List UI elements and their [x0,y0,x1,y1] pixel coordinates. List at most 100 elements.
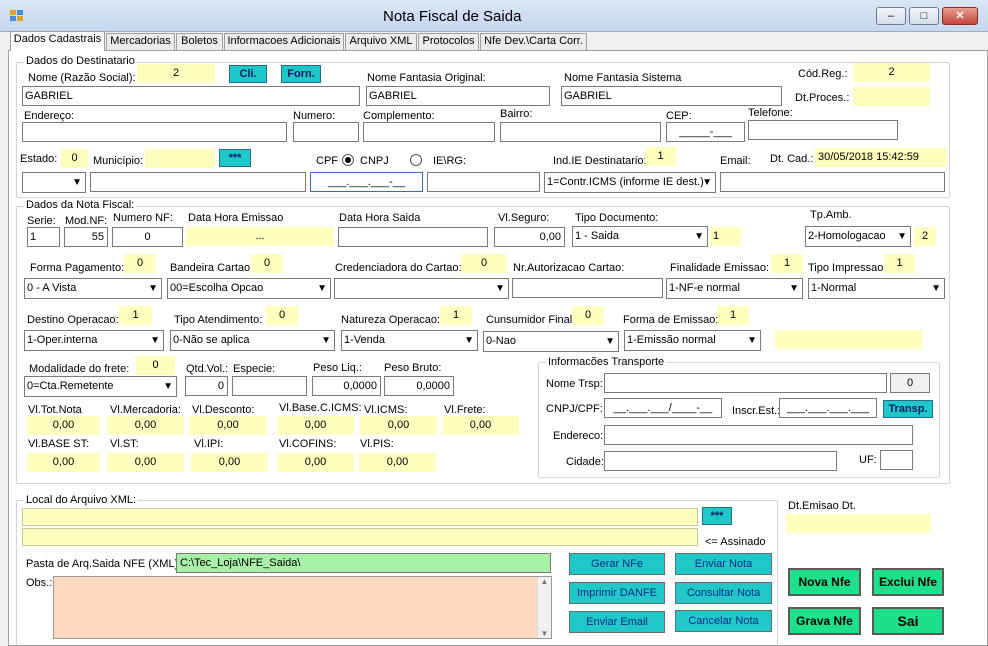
tpamb-select[interactable]: 2-Homologacao ▼ [805,226,911,247]
municipio-lookup-button[interactable]: *** [219,149,251,167]
xml-browse-button[interactable]: *** [702,507,732,525]
finalidade-select[interactable]: 1-NF-e normal ▼ [666,278,803,299]
ie-field[interactable] [427,172,540,192]
numero-nf-field[interactable]: 0 [112,227,183,247]
dhsaida-field[interactable] [338,227,488,247]
cancelar-nota-button[interactable]: Cancelar Nota [675,610,772,632]
nova-nfe-button[interactable]: Nova Nfe [788,568,861,596]
vlbaseicms-field[interactable]: 0,00 [277,416,354,435]
estado-select[interactable]: ▼ [22,172,86,193]
qtdvol-field[interactable]: 0 [185,376,228,396]
vlbasest-field[interactable]: 0,00 [27,453,100,472]
enviar-email-button[interactable]: Enviar Email [569,611,665,633]
inscr-field[interactable]: ___.___.___.___ [779,398,877,418]
vlfrete-field[interactable]: 0,00 [442,416,519,435]
formaemi-extra-field[interactable] [775,330,922,349]
enviar-nota-button[interactable]: Enviar Nota [675,553,772,575]
fantasia-sistema-field[interactable]: GABRIEL [561,86,782,106]
consumidor-code[interactable]: 0 [572,306,604,325]
vlcofins-field[interactable]: 0,00 [277,453,354,472]
finalidade-code[interactable]: 1 [771,254,803,273]
tab-nfe-dev-carta[interactable]: Nfe Dev.\Carta Corr. [480,33,587,50]
dhemissao-field[interactable]: ... [186,227,334,246]
consumidor-select[interactable]: 0-Nao ▼ [483,331,619,352]
municipio-field[interactable] [90,172,306,192]
pesoliq-field[interactable]: 0,0000 [312,376,381,396]
telefone-field[interactable] [748,120,898,140]
destino-code[interactable]: 1 [119,306,152,325]
modfrete-select[interactable]: 0=Cta.Remetente ▼ [24,376,177,397]
municipio-code[interactable] [145,149,215,168]
credenciadora-code[interactable]: 0 [461,254,507,273]
formaemi-select[interactable]: 1-Emissão normal ▼ [624,330,761,351]
codreg-field[interactable]: 2 [853,63,930,82]
formaemi-code[interactable]: 1 [717,306,749,325]
fantasia-original-field[interactable]: GABRIEL [366,86,550,106]
formapag-select[interactable]: 0 - A Vista ▼ [24,278,162,299]
vlipi-field[interactable]: 0,00 [191,453,268,472]
nometrsp-field[interactable] [604,373,887,393]
obs-scrollbar[interactable]: ▲ ▼ [537,577,551,638]
nraut-field[interactable] [512,278,663,298]
tipoatend-select[interactable]: 0-Não se aplica ▼ [170,330,335,351]
tab-boletos[interactable]: Boletos [176,33,223,50]
tpamb-code[interactable]: 2 [914,227,936,246]
exclui-nfe-button[interactable]: Exclui Nfe [872,568,944,596]
vlicms-field[interactable]: 0,00 [360,416,437,435]
bandeira-code[interactable]: 0 [251,254,283,273]
nome-code[interactable]: 2 [137,64,215,83]
tab-protocolos[interactable]: Protocolos [418,33,479,50]
dtemissao-field[interactable] [786,514,931,533]
cpf-radio-icon[interactable] [342,154,354,167]
bandeira-select[interactable]: 00=Escolha Opcao ▼ [167,278,331,299]
tab-mercadorias[interactable]: Mercadorias [106,33,175,50]
transp-endereco-field[interactable] [604,425,913,445]
vlseguro-field[interactable]: 0,00 [494,227,565,247]
indie-code[interactable]: 1 [645,147,676,166]
xml-signed-field[interactable] [22,528,698,546]
destino-select[interactable]: 1-Oper.interna ▼ [24,330,164,351]
nome-field[interactable]: GABRIEL [22,86,360,106]
estado-code[interactable]: 0 [61,149,88,168]
imprimir-danfe-button[interactable]: Imprimir DANFE [569,582,665,604]
pasta-field[interactable]: C:\Tec_Loja\NFE_Saida\ [176,553,551,573]
vlpis-field[interactable]: 0,00 [359,453,436,472]
tab-arquivo-xml[interactable]: Arquivo XML [345,33,417,50]
transp-button[interactable]: Transp. [883,400,933,418]
close-button[interactable]: ✕ [942,7,978,25]
cep-field[interactable]: _____-___ [666,122,745,142]
cli-button[interactable]: Cli. [229,65,267,83]
complemento-field[interactable] [363,122,495,142]
natureza-code[interactable]: 1 [440,306,472,325]
modfrete-code[interactable]: 0 [136,356,175,375]
vldesconto-field[interactable]: 0,00 [189,416,267,435]
uf-field[interactable] [880,450,913,470]
gerar-nfe-button[interactable]: Gerar NFe [569,553,665,575]
maximize-button[interactable]: □ [909,7,939,25]
tab-dados-cadastrais[interactable]: Dados Cadastrais [10,31,105,51]
vlst-field[interactable]: 0,00 [107,453,184,472]
email-field[interactable] [720,172,945,192]
formapag-code[interactable]: 0 [124,254,156,273]
indie-select[interactable]: 1=Contr.ICMS (informe IE dest.) ▼ [544,172,716,193]
grava-nfe-button[interactable]: Grava Nfe [788,607,861,635]
vltotnota-field[interactable]: 0,00 [27,416,100,435]
minimize-button[interactable]: – [876,7,906,25]
tipoatend-code[interactable]: 0 [266,306,298,325]
xml-path-field[interactable] [22,508,698,526]
transp-cnpj-field[interactable]: __.___.___/____-__ [604,398,722,418]
cidade-field[interactable] [604,451,837,471]
obs-field[interactable]: ▲ ▼ [53,576,552,639]
modnf-field[interactable]: 55 [64,227,108,247]
forn-button[interactable]: Forn. [281,65,321,83]
consultar-nota-button[interactable]: Consultar Nota [675,582,772,604]
pesobruto-field[interactable]: 0,0000 [384,376,454,396]
especie-field[interactable] [232,376,307,396]
cpf-cnpj-field[interactable]: ___.___.___-__ [310,172,423,192]
tipodoc-code[interactable]: 1 [710,227,741,246]
tab-informacoes-adicionais[interactable]: Informacoes Adicionais [224,33,344,50]
natureza-select[interactable]: 1-Venda ▼ [341,330,478,351]
dtproces-field[interactable] [853,87,930,106]
credenciadora-select[interactable]: ▼ [334,278,509,299]
transp-code[interactable]: 0 [890,373,930,393]
